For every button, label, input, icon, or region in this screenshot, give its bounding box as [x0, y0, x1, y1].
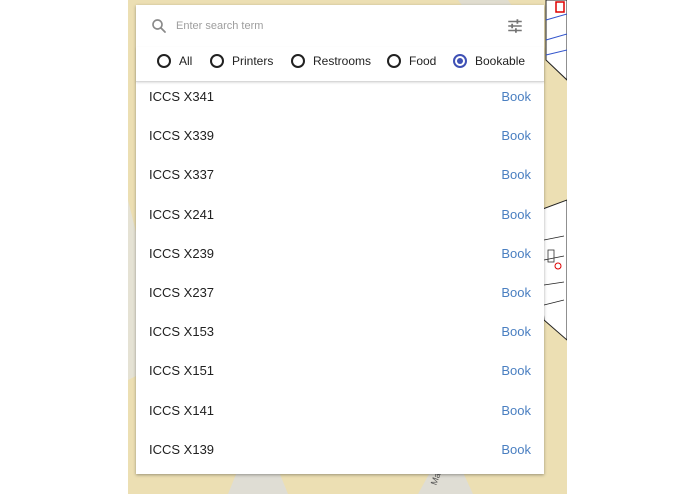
book-button[interactable]: Book: [501, 167, 531, 182]
radio-food[interactable]: [387, 54, 401, 68]
filter-label: Bookable: [475, 54, 526, 68]
radio-restrooms[interactable]: [291, 54, 305, 68]
room-name: ICCS X339: [149, 128, 215, 144]
room-name: ICCS X139: [149, 441, 215, 457]
tune-icon[interactable]: [506, 17, 524, 35]
filter-label: All: [179, 54, 193, 68]
radio-bookable[interactable]: [453, 54, 467, 68]
filter-restrooms[interactable]: Restrooms: [291, 54, 371, 68]
list-item[interactable]: ICCS X341 Book: [136, 82, 544, 121]
list-item[interactable]: ICCS X241 Book: [136, 200, 544, 239]
filter-all[interactable]: All: [157, 54, 192, 68]
filter-printers[interactable]: Printers: [210, 54, 273, 68]
search-icon: [152, 19, 166, 33]
room-name: ICCS X337: [149, 167, 215, 183]
book-button[interactable]: Book: [501, 285, 531, 300]
radio-all[interactable]: [157, 54, 171, 68]
list-item[interactable]: ICCS X339 Book: [136, 121, 544, 160]
book-button[interactable]: Book: [501, 363, 531, 378]
room-name: ICCS X151: [149, 363, 215, 379]
radio-printers[interactable]: [210, 54, 224, 68]
search-input[interactable]: [176, 15, 476, 37]
filter-label: Printers: [232, 54, 274, 68]
room-name: ICCS X153: [149, 324, 215, 340]
filter-bookable[interactable]: Bookable: [453, 54, 525, 68]
book-button[interactable]: Book: [501, 128, 531, 143]
list-item[interactable]: ICCS X139 Book: [136, 435, 544, 474]
book-button[interactable]: Book: [501, 442, 531, 457]
filter-food[interactable]: Food: [387, 54, 436, 68]
app-stage: Mall All: [0, 0, 695, 494]
room-list: ICCS X341 Book ICCS X339 Book ICCS X337 …: [136, 82, 544, 474]
room-name: ICCS X141: [149, 402, 215, 418]
book-button[interactable]: Book: [501, 89, 531, 104]
book-button[interactable]: Book: [501, 324, 531, 339]
room-name: ICCS X239: [149, 245, 215, 261]
book-button[interactable]: Book: [501, 246, 531, 261]
search-bar: [136, 5, 544, 47]
list-item[interactable]: ICCS X151 Book: [136, 356, 544, 395]
list-item[interactable]: ICCS X237 Book: [136, 278, 544, 317]
category-filters: All Printers Restrooms Food Bookable: [136, 47, 544, 82]
book-button[interactable]: Book: [501, 403, 531, 418]
room-name: ICCS X241: [149, 206, 215, 222]
list-item[interactable]: ICCS X239 Book: [136, 239, 544, 278]
room-name: ICCS X341: [149, 89, 215, 104]
list-item[interactable]: ICCS X153 Book: [136, 317, 544, 356]
book-button[interactable]: Book: [501, 207, 531, 222]
filter-label: Restrooms: [313, 54, 372, 68]
list-item[interactable]: ICCS X337 Book: [136, 160, 544, 199]
search-panel: All Printers Restrooms Food Bookable ICC…: [136, 5, 544, 474]
filter-label: Food: [409, 54, 437, 68]
room-name: ICCS X237: [149, 284, 215, 300]
list-item[interactable]: ICCS X141 Book: [136, 396, 544, 435]
